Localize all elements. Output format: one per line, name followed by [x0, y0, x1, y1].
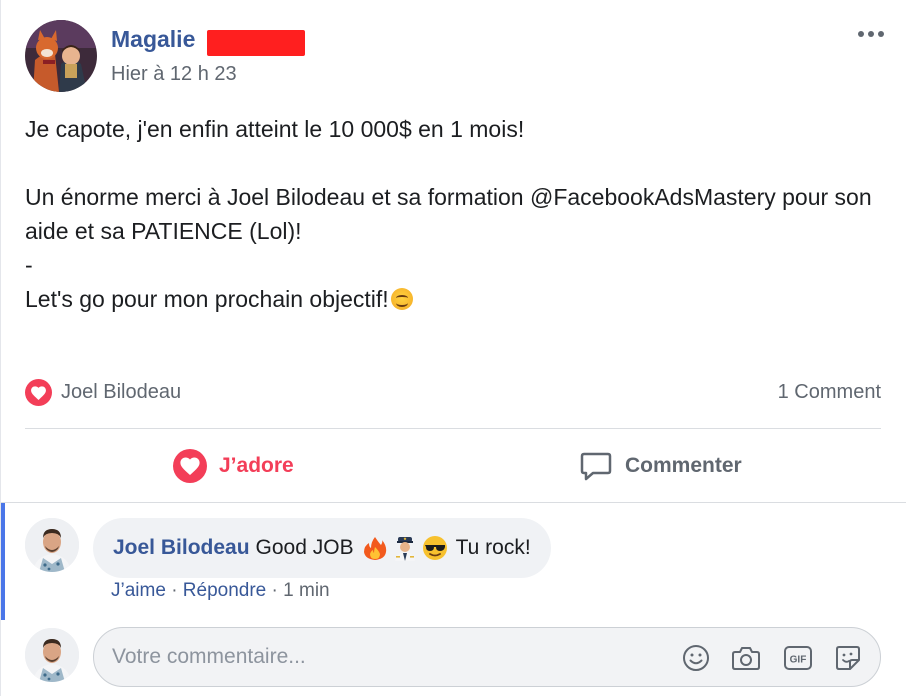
love-reaction-button[interactable]: J’adore: [173, 446, 294, 486]
post-author-name[interactable]: Magalie: [111, 26, 195, 53]
heart-icon[interactable]: [25, 379, 52, 406]
comment-like-link[interactable]: J’aime: [111, 580, 166, 601]
post-text-line: Let's go pour mon prochain objectif!: [25, 282, 885, 316]
post-timestamp[interactable]: Hier à 12 h 23: [111, 63, 237, 86]
meta-separator: ·: [271, 580, 278, 601]
comment-text-start: Good JOB: [255, 536, 354, 559]
post-text: Je capote, j'en enfin atteint le 10 000$…: [25, 112, 885, 316]
love-label: J’adore: [219, 454, 294, 477]
author-avatar[interactable]: [25, 20, 97, 92]
emoji-icon[interactable]: [680, 642, 712, 674]
sunglasses-emoji-icon: [422, 536, 447, 560]
divider: [25, 428, 881, 429]
comment-actions: J’aime · Répondre · 1 min: [111, 580, 330, 602]
comment-text-end: Tu rock!: [455, 536, 531, 559]
divider: [1, 502, 906, 503]
post-card: Magalie Hier à 12 h 23 Je capote, j'en e…: [0, 0, 906, 696]
post-text-last: Let's go pour mon prochain objectif!: [25, 286, 389, 312]
reacted-by-name[interactable]: Joel Bilodeau: [61, 381, 181, 404]
comment-reply-link[interactable]: Répondre: [183, 580, 266, 601]
sticker-icon[interactable]: [832, 642, 864, 674]
comment-button[interactable]: Commenter: [579, 446, 742, 486]
post-text-line: -: [25, 252, 33, 278]
heart-filled-icon: [173, 449, 207, 483]
gif-icon[interactable]: GIF: [782, 642, 814, 674]
pilot-emoji-icon: [394, 537, 415, 561]
comment-label: Commenter: [625, 454, 742, 477]
svg-text:GIF: GIF: [790, 655, 807, 666]
post-text-line: Je capote, j'en enfin atteint le 10 000$…: [25, 116, 525, 142]
fire-emoji-icon: [363, 537, 386, 560]
smiling-face-emoji-icon: [390, 288, 413, 310]
meta-separator: ·: [171, 580, 178, 601]
current-user-avatar[interactable]: [25, 628, 79, 682]
redaction-mark: [207, 30, 305, 56]
post-text-line: Un énorme merci à Joel Bilodeau et sa fo…: [25, 184, 879, 244]
camera-icon[interactable]: [730, 642, 762, 674]
comment-bubble: Joel Bilodeau Good JOB Tu rock!: [93, 518, 551, 578]
commenter-avatar[interactable]: [25, 518, 79, 572]
comment-composer: GIF: [93, 627, 881, 687]
comment-count[interactable]: 1 Comment: [778, 381, 881, 404]
comment-bubble-icon: [580, 452, 612, 481]
reactions-summary: Joel Bilodeau 1 Comment: [25, 378, 881, 408]
comment-author[interactable]: Joel Bilodeau: [113, 536, 250, 560]
more-options-icon[interactable]: [853, 24, 889, 44]
comment-input[interactable]: [112, 640, 672, 674]
comment-time[interactable]: 1 min: [283, 580, 329, 601]
comment-highlight-bar: [1, 503, 5, 620]
